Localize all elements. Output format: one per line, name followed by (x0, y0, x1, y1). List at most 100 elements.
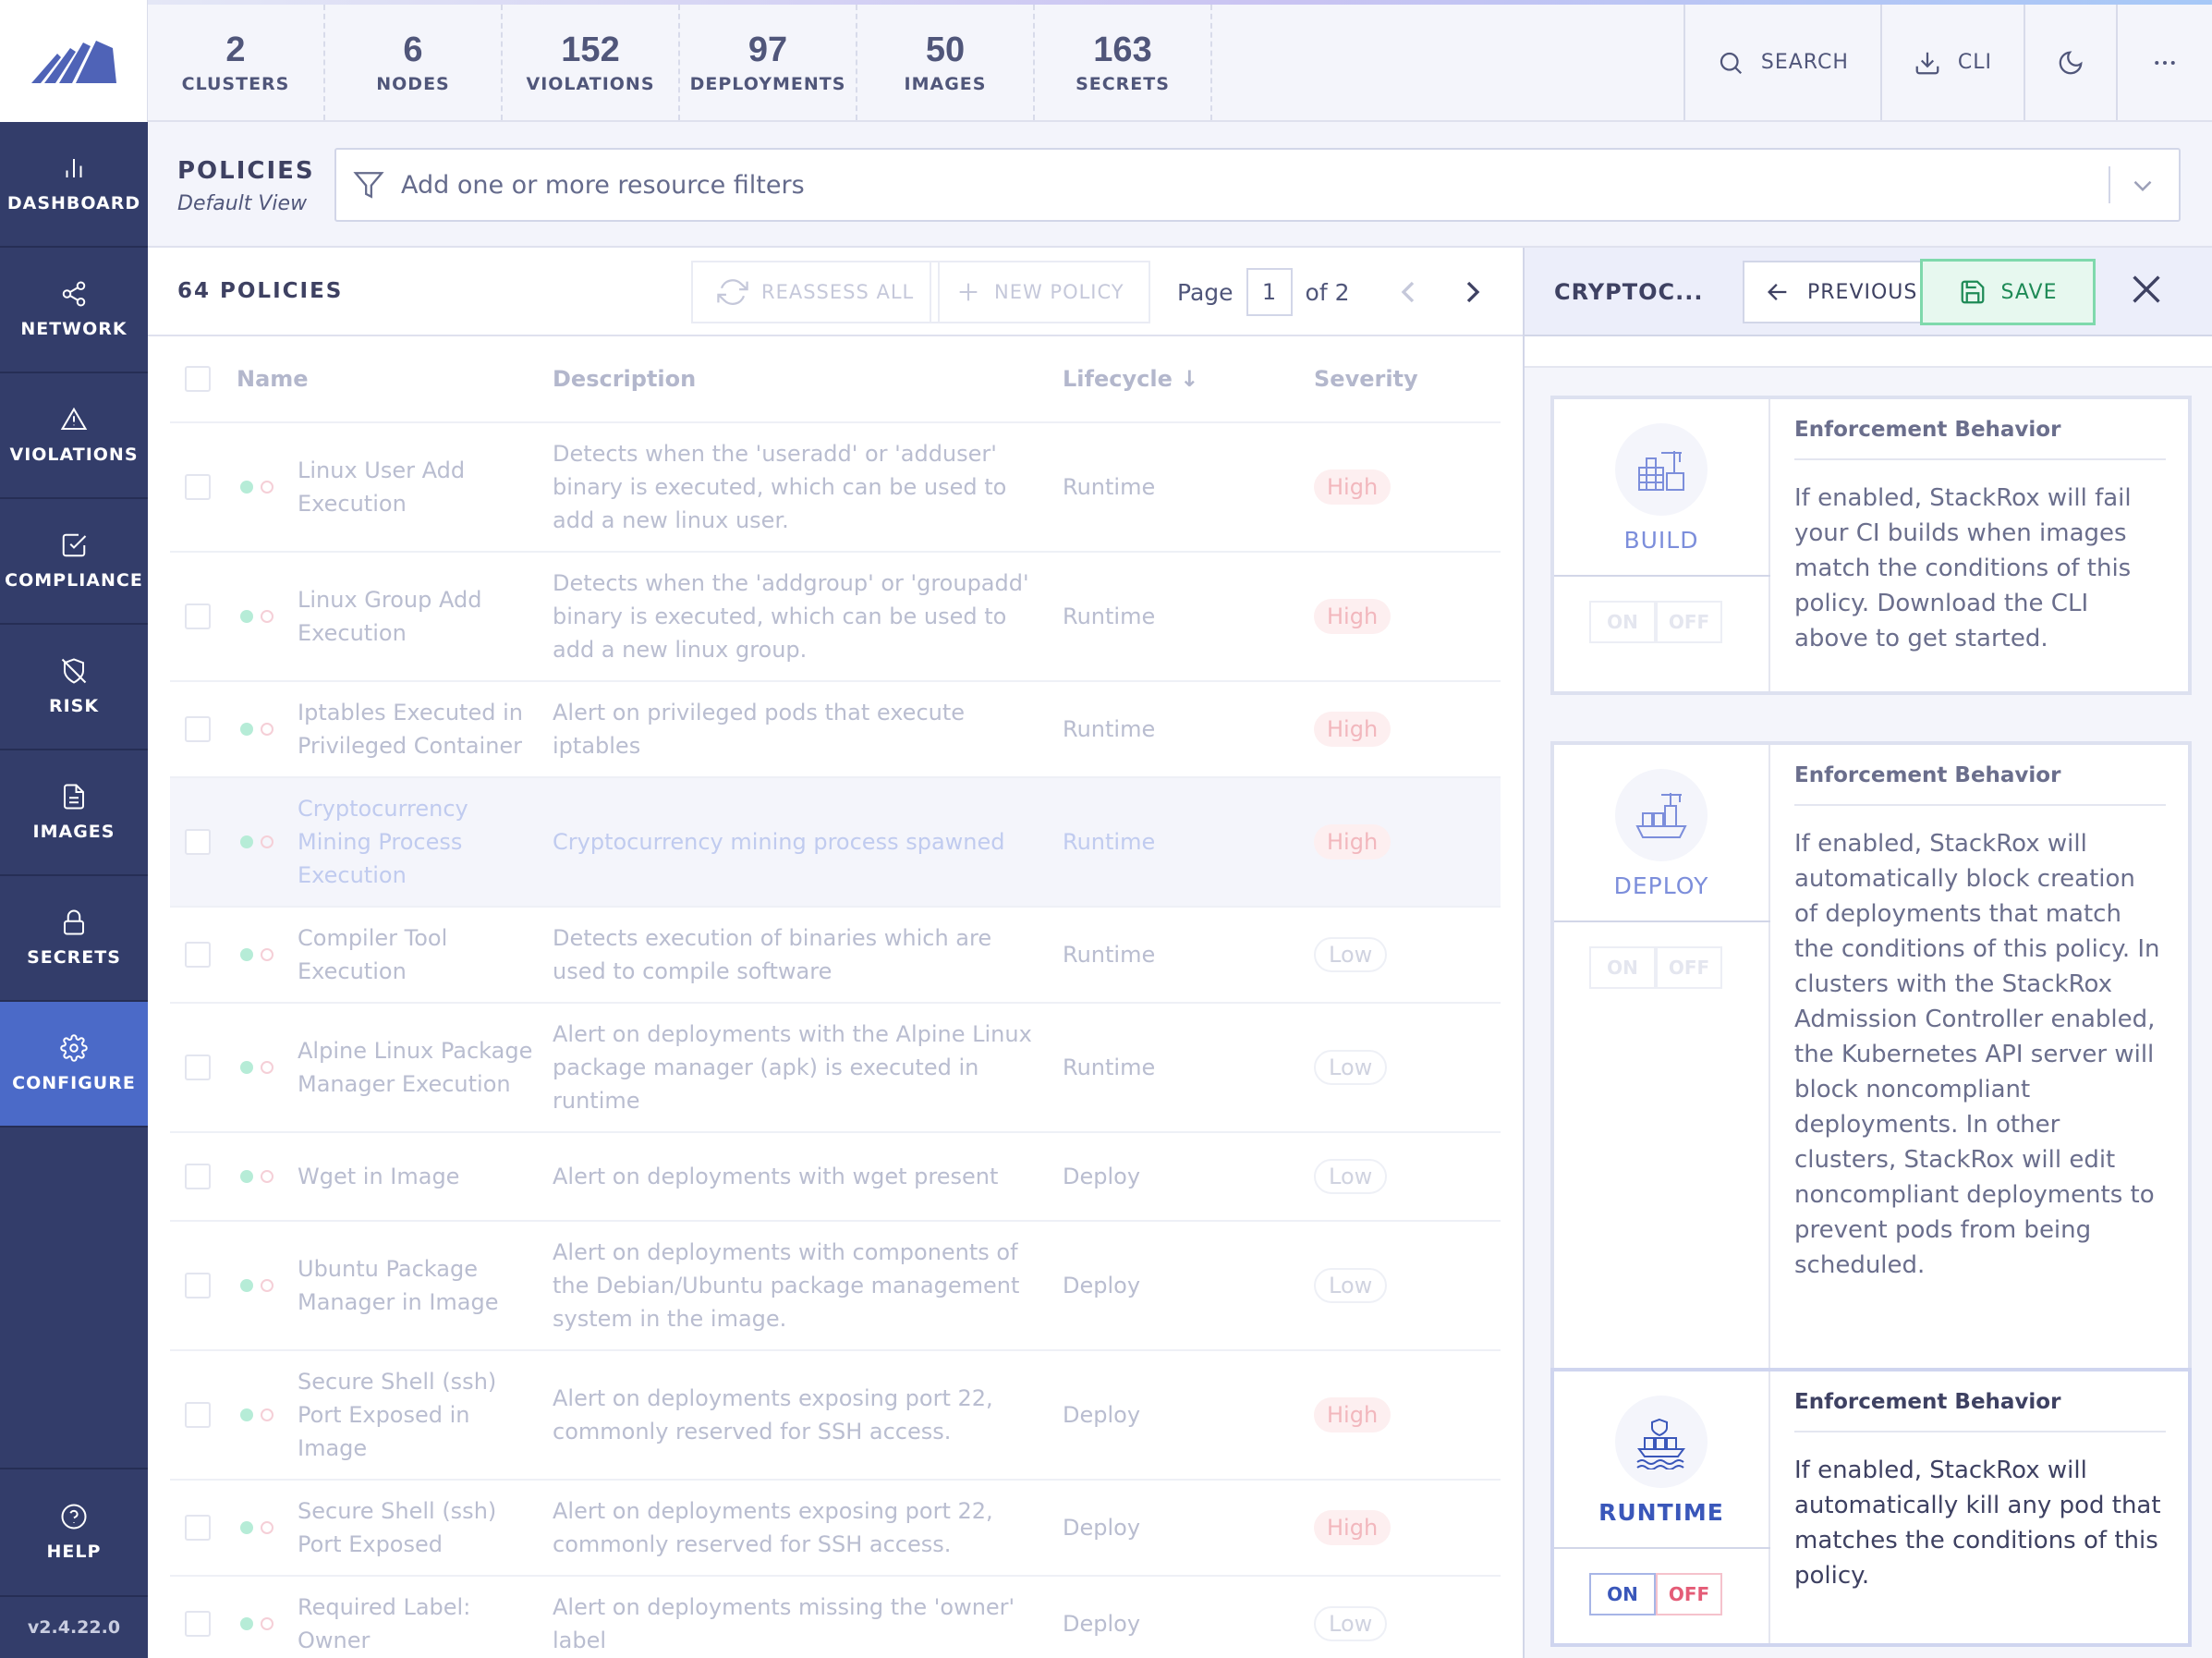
build-on-button[interactable]: ON (1589, 601, 1656, 643)
pagination: Page 1 of 2 (1177, 268, 1349, 316)
arrow-left-icon (1768, 284, 1787, 300)
nav-configure[interactable]: CONFIGURE (0, 1002, 148, 1128)
runtime-stage: RUNTIME ON OFF (1554, 1372, 1770, 1643)
row-select-cell (170, 603, 225, 629)
summary-secrets[interactable]: 163 SECRETS (1035, 5, 1212, 120)
enabled-dot (240, 1617, 253, 1630)
policy-name: Compiler Tool Execution (298, 925, 448, 984)
policy-name: Alpine Linux Package Manager Execution (298, 1038, 533, 1097)
theme-toggle-button[interactable] (2024, 5, 2116, 120)
row-checkbox[interactable] (185, 1164, 211, 1189)
column-severity[interactable]: Severity (1314, 366, 1499, 392)
resource-filter-input[interactable]: Add one or more resource filters (334, 148, 2181, 222)
chevron-left-icon[interactable] (1390, 274, 1427, 311)
severity-cell: Low (1314, 937, 1499, 972)
nav-images[interactable]: IMAGES (0, 750, 148, 876)
column-name[interactable]: Name (225, 366, 553, 392)
table-row[interactable]: Compiler Tool Execution Detects executio… (170, 908, 1501, 1004)
page-label: Page (1177, 278, 1234, 306)
row-checkbox[interactable] (185, 1273, 211, 1298)
summary-violations[interactable]: 152 VIOLATIONS (503, 5, 680, 120)
row-checkbox[interactable] (185, 829, 211, 855)
save-button[interactable]: SAVE (1920, 259, 2096, 325)
chevron-right-icon[interactable] (1454, 274, 1491, 311)
nav-configure-label: CONFIGURE (12, 1073, 136, 1093)
enforcement-dot (261, 948, 273, 961)
summary-nodes[interactable]: 6 NODES (325, 5, 503, 120)
close-icon[interactable] (2125, 268, 2168, 311)
table-row[interactable]: Wget in Image Alert on deployments with … (170, 1133, 1501, 1222)
row-checkbox[interactable] (185, 1055, 211, 1080)
policy-name: Wget in Image (298, 1164, 460, 1189)
severity-badge: High (1314, 1510, 1392, 1545)
nav-network[interactable]: NETWORK (0, 248, 148, 373)
table-row[interactable]: Secure Shell (ssh) Port Exposed Alert on… (170, 1481, 1501, 1577)
nav-network-label: NETWORK (20, 319, 128, 339)
row-select-cell (170, 1273, 225, 1298)
nav-compliance[interactable]: COMPLIANCE (0, 499, 148, 625)
summary-deployments-value: 97 (747, 30, 788, 69)
stackrox-logo[interactable] (0, 0, 148, 122)
deploy-toggle: ON OFF (1589, 946, 1722, 989)
build-off-button[interactable]: OFF (1656, 601, 1722, 643)
summary-images-value: 50 (925, 30, 966, 69)
table-row[interactable]: Ubuntu Package Manager in Image Alert on… (170, 1222, 1501, 1351)
lock-icon (60, 908, 88, 936)
nav-secrets[interactable]: SECRETS (0, 876, 148, 1002)
table-row[interactable]: Alpine Linux Package Manager Execution A… (170, 1004, 1501, 1133)
page-subtitle: Default View (177, 192, 308, 215)
new-policy-button[interactable]: NEW POLICY (930, 261, 1150, 323)
summary-clusters[interactable]: 2 CLUSTERS (148, 5, 325, 120)
row-checkbox[interactable] (185, 603, 211, 629)
nav-risk[interactable]: RISK (0, 625, 148, 750)
more-menu-button[interactable] (2116, 5, 2212, 120)
table-row[interactable]: Secure Shell (ssh) Port Exposed in Image… (170, 1351, 1501, 1481)
row-checkbox[interactable] (185, 1611, 211, 1637)
status-indicators (225, 1279, 298, 1292)
nav-help[interactable]: HELP (0, 1468, 148, 1595)
deploy-on-button[interactable]: ON (1589, 946, 1656, 989)
policy-lifecycle: Deploy (1063, 1164, 1141, 1189)
file-icon (60, 783, 88, 811)
summary-deployments[interactable]: 97 DEPLOYMENTS (680, 5, 857, 120)
table-row-selected[interactable]: Cryptocurrency Mining Process Execution … (170, 778, 1501, 908)
policy-lifecycle: Runtime (1063, 474, 1156, 500)
table-row[interactable]: Linux User Add Execution Detects when th… (170, 423, 1501, 553)
nav-dashboard[interactable]: DASHBOARD (0, 122, 148, 248)
severity-badge: Low (1314, 1268, 1388, 1303)
nav-violations[interactable]: VIOLATIONS (0, 373, 148, 499)
row-checkbox[interactable] (185, 716, 211, 742)
gear-icon (60, 1034, 88, 1062)
enabled-dot (240, 1170, 253, 1183)
enabled-dot (240, 835, 253, 848)
row-checkbox[interactable] (185, 942, 211, 968)
column-lifecycle[interactable]: Lifecycle ↓ (1063, 366, 1314, 392)
build-toggle: ON OFF (1589, 601, 1722, 643)
table-row[interactable]: Linux Group Add Execution Detects when t… (170, 553, 1501, 682)
row-checkbox[interactable] (185, 1515, 211, 1541)
reassess-all-button[interactable]: REASSESS ALL (691, 261, 941, 323)
status-indicators (225, 723, 298, 736)
row-checkbox[interactable] (185, 474, 211, 500)
chevron-down-icon[interactable] (2127, 170, 2158, 201)
previous-button[interactable]: PREVIOUS (1743, 261, 1940, 323)
deploy-off-button[interactable]: OFF (1656, 946, 1722, 989)
search-button[interactable]: SEARCH (1683, 5, 1880, 120)
page-number-input[interactable]: 1 (1246, 268, 1293, 316)
row-checkbox[interactable] (185, 1402, 211, 1428)
enforcement-dot (261, 610, 273, 623)
deploy-stage: DEPLOY ON OFF (1554, 745, 1770, 1370)
severity-cell: Low (1314, 1050, 1499, 1085)
nav-risk-label: RISK (48, 696, 100, 716)
cli-button[interactable]: CLI (1879, 5, 2024, 120)
column-description[interactable]: Description (553, 366, 1063, 392)
status-indicators (225, 481, 298, 494)
table-row[interactable]: Required Label: Owner Alert on deploymen… (170, 1577, 1501, 1658)
build-divider (1554, 575, 1770, 577)
table-row[interactable]: Iptables Executed in Privileged Containe… (170, 682, 1501, 778)
runtime-on-button[interactable]: ON (1589, 1573, 1656, 1615)
runtime-off-button[interactable]: OFF (1656, 1573, 1722, 1615)
select-all-checkbox[interactable] (185, 366, 211, 392)
policy-lifecycle: Deploy (1063, 1273, 1141, 1298)
summary-images[interactable]: 50 IMAGES (857, 5, 1035, 120)
